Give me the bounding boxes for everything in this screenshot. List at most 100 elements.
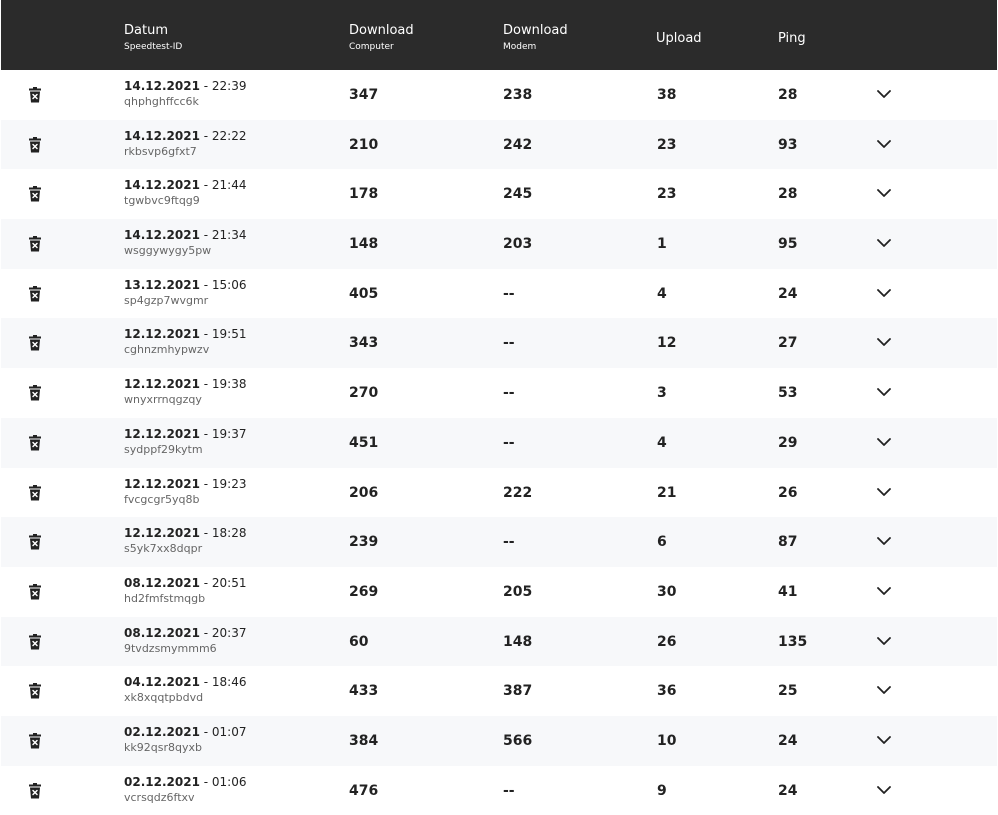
upload-value: 23 [657, 186, 677, 203]
speedtest-id: cghnzmhypwzv [124, 343, 210, 357]
table-row: 14.12.2021 - 22:39 qhphghffcc6k 347 238 … [1, 70, 997, 120]
date-cell: 13.12.2021 - 15:06 sp4gzp7wvgmr [124, 278, 246, 308]
header-datum[interactable]: Datum Speedtest-ID [124, 23, 182, 53]
upload-value: 6 [657, 534, 667, 551]
header-datum-label: Datum [124, 23, 168, 38]
chevron-down-icon[interactable] [876, 536, 892, 546]
upload-value: 4 [657, 285, 667, 302]
date-value: 12.12.2021 [124, 476, 200, 491]
header-ping[interactable]: Ping [778, 31, 806, 47]
time-value: - 15:06 [199, 277, 247, 292]
download-computer-value: 206 [349, 484, 379, 501]
ping-value: 87 [778, 534, 798, 551]
download-modem-value: 245 [503, 186, 533, 203]
date-value: 08.12.2021 [124, 625, 200, 640]
delete-icon[interactable] [28, 136, 42, 153]
upload-value: 4 [657, 434, 667, 451]
delete-icon[interactable] [28, 434, 42, 451]
delete-icon[interactable] [28, 484, 42, 501]
ping-value: 41 [778, 583, 798, 600]
upload-value: 3 [657, 385, 667, 402]
date-value: 14.12.2021 [124, 228, 200, 243]
delete-icon[interactable] [28, 732, 42, 749]
date-value: 12.12.2021 [124, 327, 200, 342]
time-value: - 01:07 [199, 724, 247, 739]
date-value: 02.12.2021 [124, 724, 200, 739]
header-upload[interactable]: Upload [656, 31, 702, 47]
time-value: - 22:22 [199, 128, 247, 143]
ping-value: 28 [778, 186, 798, 203]
chevron-down-icon[interactable] [876, 586, 892, 596]
download-modem-value: -- [503, 782, 515, 799]
header-download-computer[interactable]: Download Computer [349, 23, 414, 53]
delete-icon[interactable] [28, 186, 42, 202]
chevron-down-icon[interactable] [876, 337, 892, 347]
chevron-down-icon[interactable] [876, 685, 892, 695]
delete-icon[interactable] [28, 534, 42, 550]
delete-icon[interactable] [28, 683, 42, 699]
table-row: 14.12.2021 - 21:34 wsggywygy5pw 148 203 … [1, 219, 997, 269]
chevron-down-icon[interactable] [876, 139, 892, 149]
header-download-computer-label: Download [349, 23, 414, 38]
download-computer-value: 405 [349, 285, 379, 302]
date-value: 02.12.2021 [124, 774, 200, 789]
chevron-down-icon[interactable] [876, 387, 892, 397]
date-cell: 14.12.2021 - 22:22 rkbsvp6gfxt7 [124, 129, 246, 159]
speedtest-id: hd2fmfstmqgb [124, 591, 206, 605]
speedtest-id: rkbsvp6gfxt7 [124, 144, 197, 158]
header-upload-label: Upload [656, 31, 702, 46]
delete-icon[interactable] [28, 285, 42, 302]
ping-value: 27 [778, 335, 798, 352]
ping-value: 95 [778, 236, 798, 253]
time-value: - 19:23 [199, 476, 247, 491]
download-computer-value: 433 [349, 683, 379, 700]
delete-icon[interactable] [28, 87, 42, 103]
ping-value: 26 [778, 484, 798, 501]
download-modem-value: -- [503, 335, 515, 352]
time-value: - 01:06 [199, 774, 247, 789]
ping-value: 53 [778, 385, 798, 402]
date-cell: 14.12.2021 - 22:39 qhphghffcc6k [124, 79, 246, 109]
chevron-down-icon[interactable] [876, 288, 892, 298]
speedtest-id: qhphghffcc6k [124, 95, 199, 108]
chevron-down-icon[interactable] [876, 238, 892, 248]
chevron-down-icon[interactable] [876, 636, 892, 646]
chevron-down-icon[interactable] [876, 437, 892, 447]
header-datum-sublabel: Speedtest-ID [124, 42, 183, 52]
date-cell: 02.12.2021 - 01:07 kk92qsr8qyxb [124, 725, 246, 755]
ping-value: 93 [778, 136, 798, 153]
ping-value: 25 [778, 683, 798, 700]
delete-icon[interactable] [28, 236, 42, 252]
upload-value: 38 [657, 87, 677, 103]
ping-value: 24 [778, 285, 798, 302]
delete-icon[interactable] [28, 335, 42, 351]
time-value: - 21:44 [199, 178, 247, 193]
download-computer-value: 451 [349, 434, 379, 451]
chevron-down-icon[interactable] [876, 785, 892, 795]
download-modem-value: 566 [503, 732, 533, 749]
ping-value: 24 [778, 782, 798, 799]
download-modem-value: -- [503, 385, 515, 402]
date-value: 12.12.2021 [124, 377, 200, 392]
header-download-modem[interactable]: Download Modem [503, 23, 568, 53]
time-value: - 18:46 [199, 675, 247, 690]
delete-icon[interactable] [28, 633, 42, 650]
date-cell: 12.12.2021 - 19:38 wnyxrrnqgzqy [124, 377, 246, 407]
chevron-down-icon[interactable] [876, 89, 892, 99]
chevron-down-icon[interactable] [876, 735, 892, 745]
upload-value: 30 [657, 583, 677, 600]
speedtest-id: xk8xqqtpbdvd [124, 691, 204, 705]
date-cell: 12.12.2021 - 19:23 fvcgcgr5yq8b [124, 477, 246, 507]
speedtest-id: 9tvdzsmymmm6 [124, 641, 217, 655]
delete-icon[interactable] [28, 782, 42, 799]
chevron-down-icon[interactable] [876, 487, 892, 497]
download-modem-value: 387 [503, 683, 533, 700]
table-row: 08.12.2021 - 20:37 9tvdzsmymmm6 60 148 2… [1, 616, 997, 667]
table-row: 14.12.2021 - 21:44 tgwbvc9ftqg9 178 245 … [1, 169, 997, 220]
date-cell: 02.12.2021 - 01:06 vcrsqdz6ftxv [124, 775, 246, 805]
table-row: 04.12.2021 - 18:46 xk8xqqtpbdvd 433 387 … [1, 666, 997, 716]
delete-icon[interactable] [28, 583, 42, 600]
upload-value: 26 [657, 633, 677, 650]
chevron-down-icon[interactable] [876, 188, 892, 198]
delete-icon[interactable] [28, 385, 42, 401]
